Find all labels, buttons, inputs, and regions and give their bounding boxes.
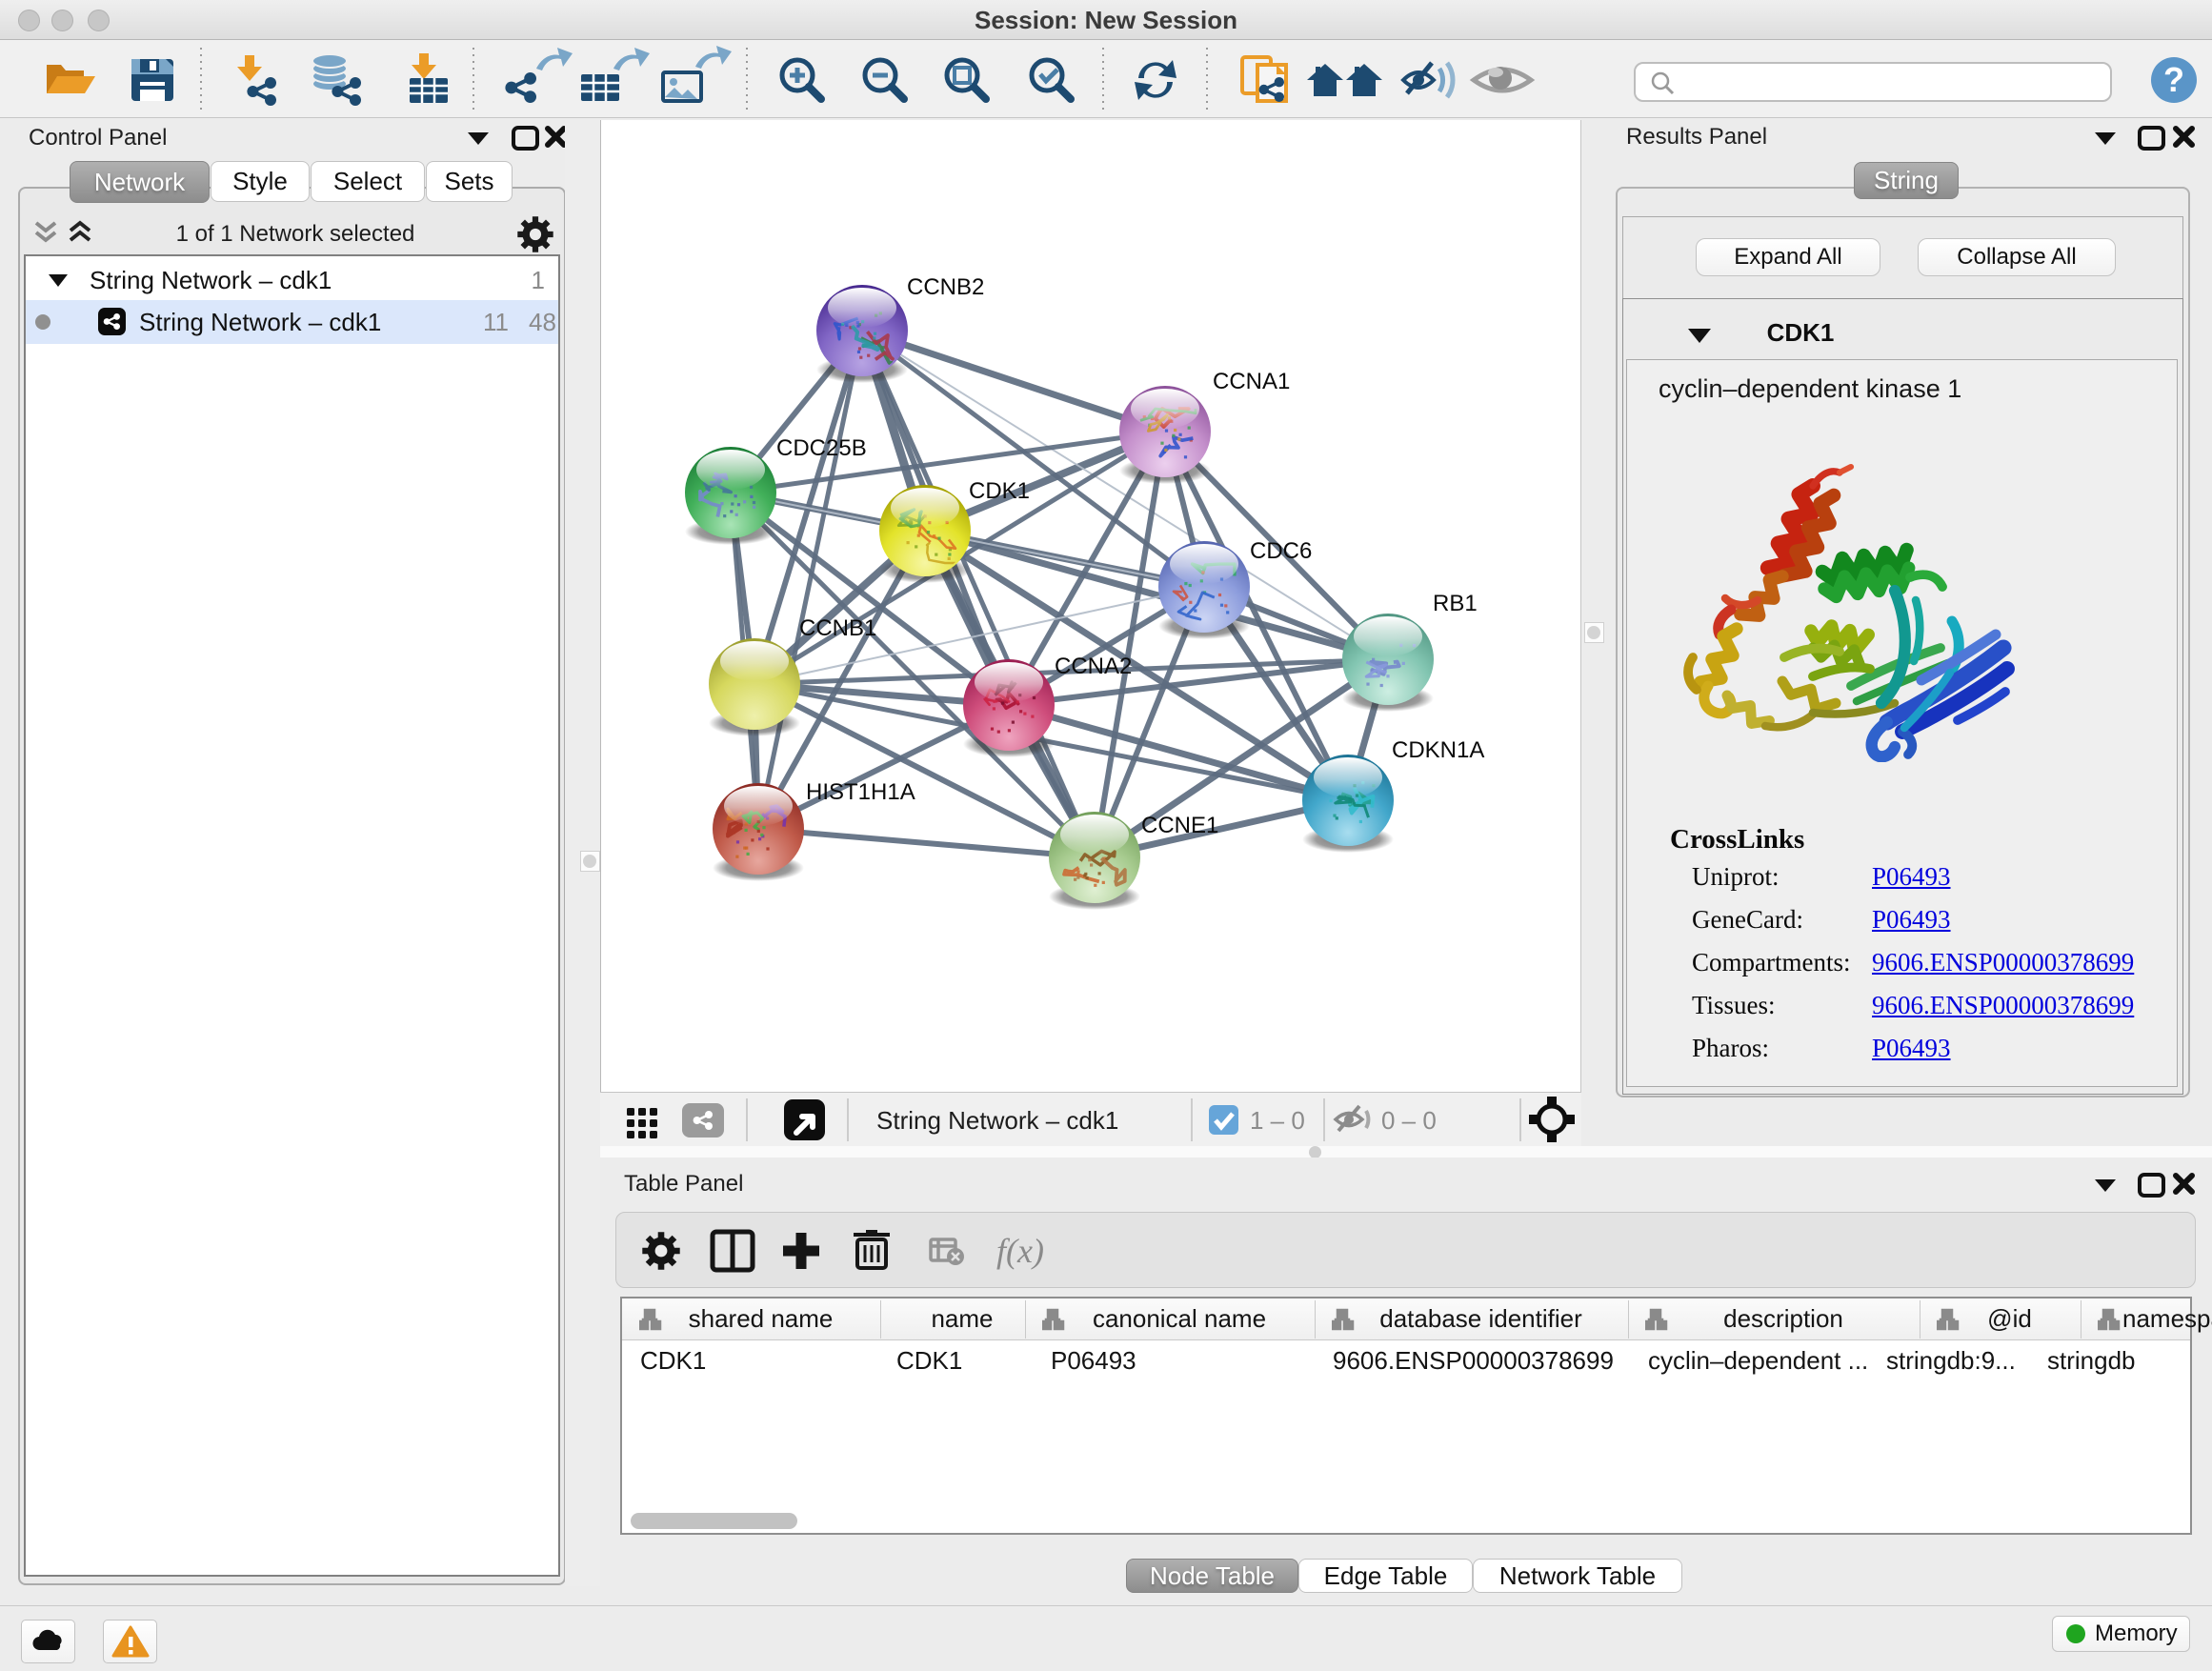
- svg-text:0 – 0: 0 – 0: [1381, 1106, 1437, 1135]
- svg-text:RB1: RB1: [1433, 591, 1478, 616]
- svg-text:CDC6: CDC6: [1250, 538, 1312, 564]
- svg-text:CDKN1A: CDKN1A: [1392, 737, 1484, 763]
- svg-text:CDK1: CDK1: [969, 478, 1030, 504]
- svg-text:CDC25B: CDC25B: [776, 435, 867, 461]
- svg-text:CCNE1: CCNE1: [1141, 813, 1218, 838]
- svg-text:?: ?: [2163, 60, 2184, 99]
- svg-text:1 – 0: 1 – 0: [1250, 1106, 1305, 1135]
- svg-text:CCNB1: CCNB1: [799, 615, 876, 641]
- svg-text:CCNB2: CCNB2: [907, 274, 984, 300]
- svg-text:f(x): f(x): [996, 1232, 1044, 1270]
- svg-text:String Network – cdk1: String Network – cdk1: [876, 1106, 1118, 1135]
- svg-text:HIST1H1A: HIST1H1A: [806, 779, 915, 805]
- svg-text:CCNA1: CCNA1: [1213, 369, 1290, 394]
- svg-text:CCNA2: CCNA2: [1055, 654, 1132, 679]
